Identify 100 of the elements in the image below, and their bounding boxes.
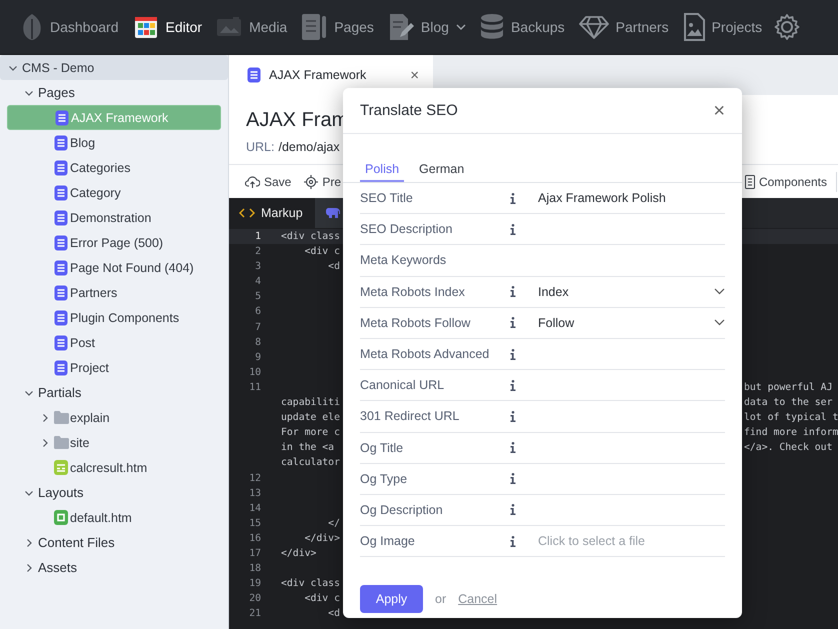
code-text: lot of typical t xyxy=(744,411,838,426)
tree-label: Layouts xyxy=(38,485,84,500)
tree-label: Assets xyxy=(38,560,78,575)
tree-label: Project xyxy=(70,360,109,374)
field-label: Og Description xyxy=(360,502,444,517)
line-number: 3 xyxy=(255,260,261,274)
field-label: SEO Description xyxy=(360,222,454,236)
tree-item[interactable]: Partials xyxy=(7,380,221,405)
line-number: 11 xyxy=(249,380,261,395)
field-label: Meta Robots Follow xyxy=(360,316,472,330)
tree-label: explain xyxy=(70,410,110,424)
field-label: Meta Robots Index xyxy=(360,284,466,299)
code-text: data to the ser xyxy=(744,396,832,410)
tree-item[interactable]: Assets xyxy=(7,555,221,580)
line-number: 5 xyxy=(255,290,261,304)
tree-item[interactable]: Content Files xyxy=(7,530,221,555)
tree-label: Blog xyxy=(70,136,96,150)
line-number: 18 xyxy=(249,562,261,576)
close-button[interactable]: × xyxy=(713,100,725,120)
nav-item[interactable]: Partners xyxy=(572,7,676,47)
tree-item[interactable]: Page Not Found (404) xyxy=(7,255,221,280)
code-text: </div> xyxy=(281,546,316,561)
editor-tab[interactable]: Markup xyxy=(229,198,315,228)
field-label: Canonical URL xyxy=(360,378,446,392)
line-number: 21 xyxy=(249,607,261,622)
line-number: 15 xyxy=(249,516,261,531)
apply-button[interactable]: Apply xyxy=(360,585,423,614)
select-field[interactable]: Index xyxy=(538,276,725,307)
line-number: 6 xyxy=(255,305,261,320)
tree-item[interactable]: Demonstration xyxy=(7,205,221,230)
line-number: 10 xyxy=(249,366,261,380)
code-text: find more inform xyxy=(744,426,838,440)
field-label: Meta Keywords xyxy=(360,253,448,268)
or-text: or xyxy=(435,592,446,606)
project-header[interactable]: CMS - Demo xyxy=(0,55,228,80)
tree-item[interactable]: Plugin Components xyxy=(7,305,221,330)
tree-item[interactable]: Pages xyxy=(7,80,221,105)
tree-label: Plugin Components xyxy=(70,310,180,324)
tree-item[interactable]: Category xyxy=(7,180,221,205)
code-text: <d xyxy=(327,260,340,274)
code-text: in the <a xyxy=(281,441,334,456)
line-number: 2 xyxy=(255,245,261,260)
document-tab[interactable]: AJAX Framework × xyxy=(229,55,433,95)
code-text: calculator xyxy=(281,456,340,470)
nav-item[interactable]: Blog xyxy=(380,7,473,47)
tree-item[interactable]: Blog xyxy=(7,130,221,155)
line-number: 19 xyxy=(249,577,261,592)
save-button[interactable]: Save xyxy=(245,174,292,188)
tree-item[interactable]: Post xyxy=(7,330,221,355)
tree-label: Pages xyxy=(38,85,75,100)
nav-item[interactable]: Projects xyxy=(676,7,770,47)
tree-item[interactable]: Categories xyxy=(7,155,221,180)
tree-item[interactable]: explain xyxy=(7,405,221,430)
text-field[interactable]: Ajax Framework Polish xyxy=(538,183,725,214)
line-number: 16 xyxy=(249,532,261,546)
tree-label: Partners xyxy=(70,286,118,300)
code-text: <div c xyxy=(304,245,340,260)
nav-item[interactable]: Backups xyxy=(472,7,572,47)
line-number: 20 xyxy=(249,592,261,606)
close-tab-button[interactable]: × xyxy=(410,66,419,84)
tree-item[interactable]: Layouts xyxy=(7,480,221,505)
line-number: 4 xyxy=(255,275,261,290)
tab-label: AJAX Framework xyxy=(269,68,368,82)
url-value: /demo/ajax xyxy=(278,140,340,154)
field-label: 301 Redirect URL xyxy=(360,409,460,424)
code-text: For more c xyxy=(281,426,340,440)
nav-item[interactable]: Media xyxy=(209,7,294,47)
line-number: 14 xyxy=(249,502,261,516)
tree-item[interactable]: default.htm xyxy=(7,505,221,530)
code-text: <div c xyxy=(304,592,340,606)
language-tab[interactable]: Polish xyxy=(360,158,404,182)
code-text: but powerful AJ xyxy=(744,380,832,395)
tree-label: Error Page (500) xyxy=(70,236,164,250)
tree-item[interactable]: site xyxy=(7,430,221,455)
tree-item[interactable]: Project xyxy=(7,355,221,380)
preview-button[interactable]: Pre xyxy=(304,174,342,188)
tree-label: Page Not Found (404) xyxy=(70,260,194,274)
select-field[interactable]: Follow xyxy=(538,308,725,338)
tree-label: default.htm xyxy=(70,510,132,524)
code-text: <d xyxy=(327,607,340,622)
tree-label: AJAX Framework xyxy=(71,110,168,124)
language-tab[interactable]: German xyxy=(414,158,470,182)
components-button[interactable]: Components xyxy=(744,174,827,188)
code-text: <div class xyxy=(281,577,340,592)
tree-item[interactable]: Error Page (500) xyxy=(7,230,221,255)
tree-label: Category xyxy=(70,186,121,200)
tree-item[interactable]: Partners xyxy=(7,280,221,305)
field-label: Og Type xyxy=(360,472,408,486)
line-number: 17 xyxy=(249,546,261,561)
nav-item[interactable]: Pages xyxy=(294,7,381,47)
code-text: </div> xyxy=(304,532,340,546)
tree-label: site xyxy=(70,436,90,450)
tree-item[interactable]: calcresult.htm xyxy=(7,455,221,480)
nav-item[interactable]: Editor xyxy=(126,7,210,47)
nav-item[interactable]: Dashboard xyxy=(14,7,126,47)
line-number: 12 xyxy=(249,472,261,486)
field-label: SEO Title xyxy=(360,191,414,206)
code-text: </a>. Check out xyxy=(744,441,832,456)
field-label: Meta Robots Advanced xyxy=(360,347,490,362)
tree-label: Demonstration xyxy=(70,210,152,224)
